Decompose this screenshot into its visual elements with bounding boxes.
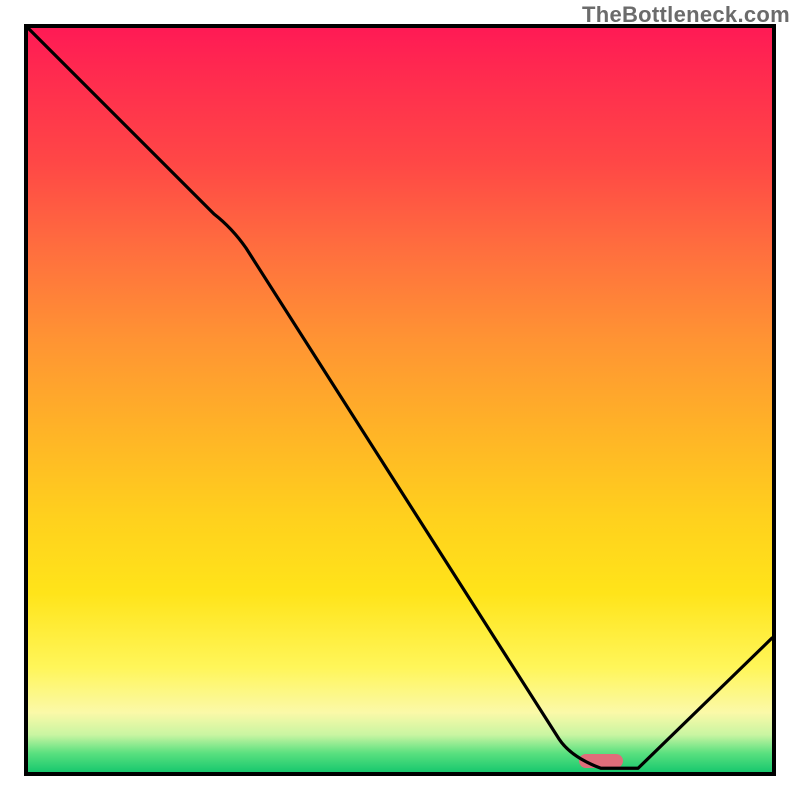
bottleneck-curve xyxy=(28,28,772,772)
watermark-text: TheBottleneck.com xyxy=(582,2,790,28)
chart-frame: TheBottleneck.com xyxy=(0,0,800,800)
plot-area xyxy=(24,24,776,776)
